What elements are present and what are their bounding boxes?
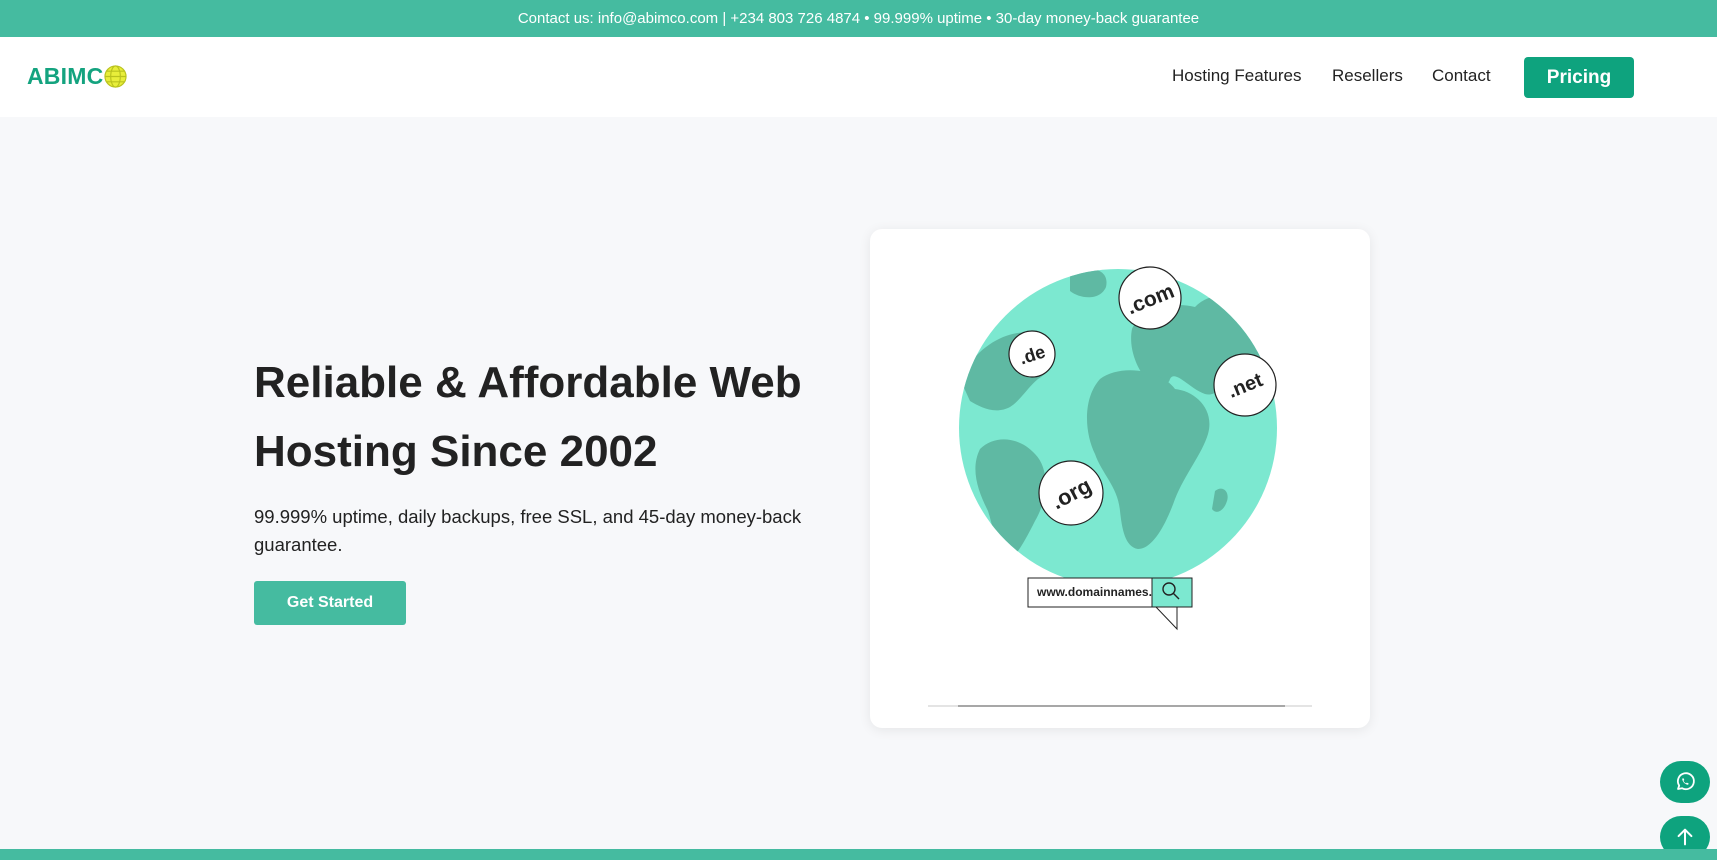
hero-illustration-card: .com .de .net .org www.domainnames. bbox=[870, 229, 1370, 728]
brand-logo[interactable]: ABIMC bbox=[27, 63, 128, 90]
nav-hosting-features[interactable]: Hosting Features bbox=[1172, 66, 1301, 86]
domain-search-text: www.domainnames. bbox=[1036, 585, 1152, 599]
announcement-bar: Contact us: info@abimco.com | +234 803 7… bbox=[0, 0, 1717, 37]
globe-icon bbox=[104, 65, 128, 88]
hero-subtitle: 99.999% uptime, daily backups, free SSL,… bbox=[254, 506, 802, 555]
domain-globe-illustration: .com .de .net .org www.domainnames. bbox=[928, 266, 1312, 707]
domain-bubble-com: .com bbox=[1118, 266, 1182, 330]
brand-name: ABIMC bbox=[27, 63, 104, 89]
footer-edge bbox=[0, 849, 1717, 860]
domain-bubble-de: .de bbox=[1008, 330, 1056, 378]
domain-search-box: www.domainnames. bbox=[1027, 577, 1193, 631]
nav-resellers[interactable]: Resellers bbox=[1332, 66, 1403, 86]
arrow-up-icon bbox=[1677, 828, 1693, 846]
domain-bubble-net: .net bbox=[1213, 353, 1277, 417]
get-started-button[interactable]: Get Started bbox=[254, 581, 406, 625]
nav-contact[interactable]: Contact bbox=[1432, 66, 1491, 86]
domain-bubble-org: .org bbox=[1038, 460, 1104, 526]
announcement-text: Contact us: info@abimco.com | +234 803 7… bbox=[517, 10, 1200, 27]
hero-title: Reliable & Affordable Web Hosting Since … bbox=[254, 358, 802, 476]
pricing-button[interactable]: Pricing bbox=[1524, 57, 1634, 98]
whatsapp-button[interactable] bbox=[1660, 761, 1710, 803]
navbar: ABIMC Hosting Features Resellers Contact… bbox=[0, 37, 1717, 117]
whatsapp-icon bbox=[1676, 772, 1695, 791]
